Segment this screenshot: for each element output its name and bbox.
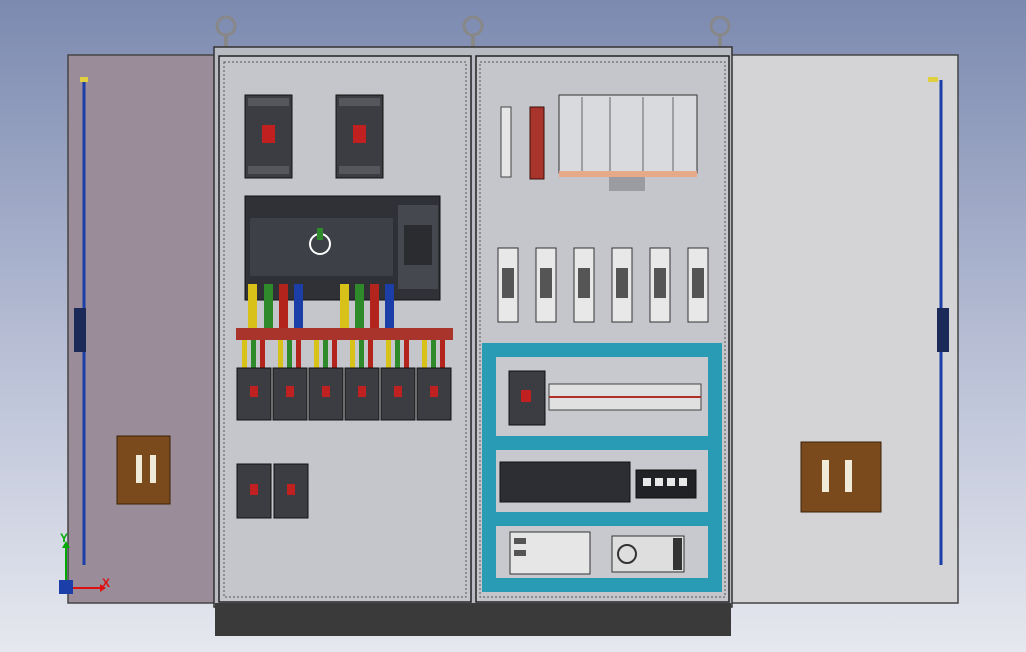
main-breaker-1[interactable]: [244, 94, 293, 179]
left-door[interactable]: [67, 54, 219, 604]
surge-protector[interactable]: [558, 94, 698, 191]
left-door-handle-icon: [116, 435, 171, 505]
terminal-block-row: [548, 383, 702, 411]
busbar: [236, 328, 453, 340]
ground-terminal-strip: [500, 106, 512, 178]
axis-y-label: Y: [60, 531, 69, 545]
cabinet-plinth: [215, 603, 731, 636]
neutral-bar: [529, 106, 545, 180]
main-breaker-2[interactable]: [335, 94, 384, 179]
plc-module[interactable]: [509, 531, 591, 575]
electrical-cabinet-drawing[interactable]: [0, 0, 1026, 652]
left-door-latch-icon: [74, 308, 86, 352]
lifting-eye-icon: [215, 15, 731, 48]
control-breaker[interactable]: [508, 370, 546, 426]
power-supply[interactable]: [611, 535, 685, 573]
right-door-handle-icon: [800, 441, 882, 513]
right-door-latch-icon: [937, 308, 949, 352]
axis-x-label: X: [102, 576, 111, 590]
right-door[interactable]: [730, 54, 959, 604]
